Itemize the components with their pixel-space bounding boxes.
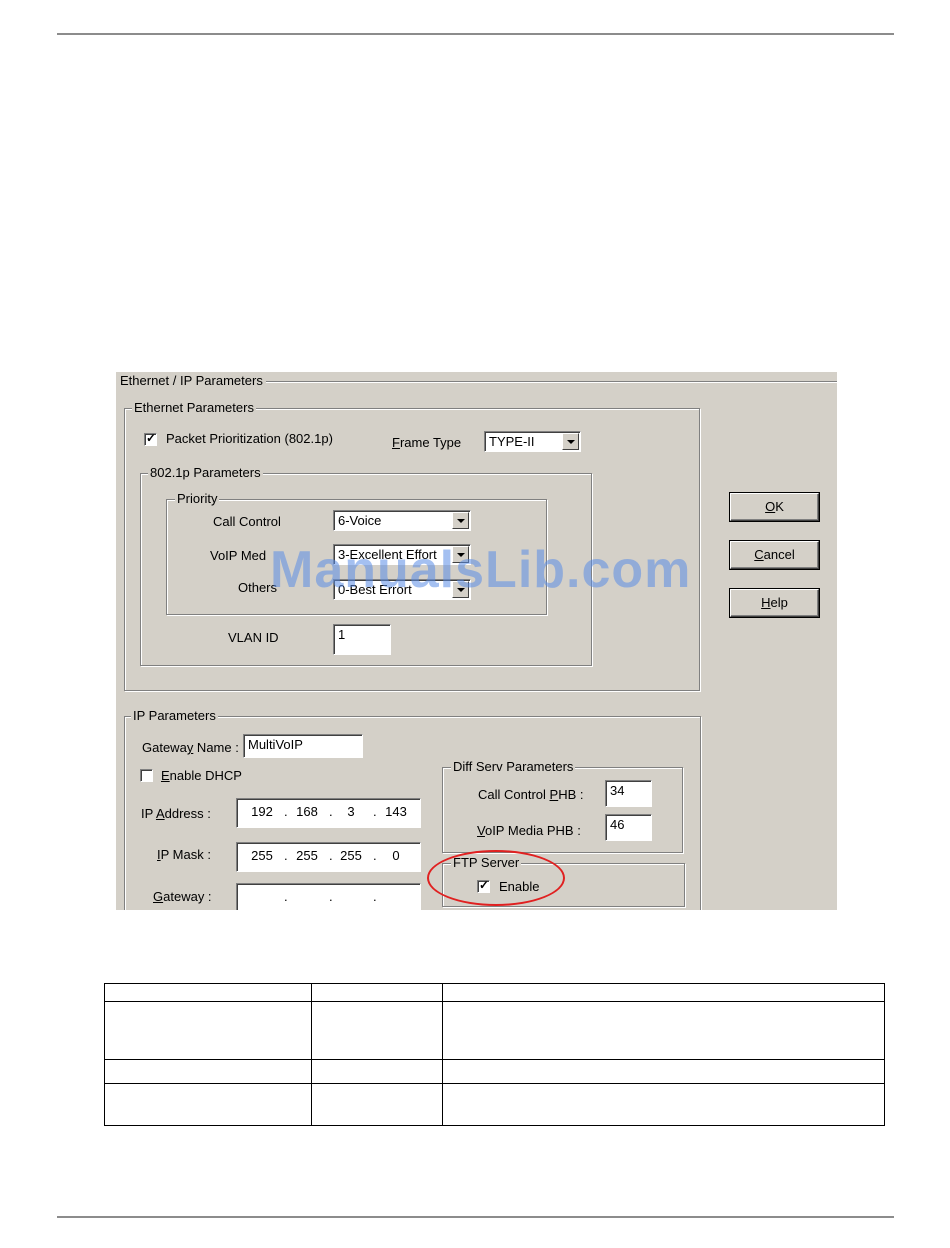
ip-mask-input[interactable]: 255 . 255 . 255 . 0	[236, 842, 421, 872]
ip-octet-1: 192	[251, 804, 273, 819]
table-cell	[442, 1059, 885, 1084]
title-divider	[266, 381, 837, 383]
diffserv-parameters-legend: Diff Serv Parameters	[451, 759, 576, 775]
ip-octet-3: 3	[347, 804, 355, 819]
header-rule	[57, 33, 894, 35]
mask-octet-3: 255	[340, 848, 362, 863]
octet-separator: .	[373, 804, 377, 819]
octet-separator: .	[329, 804, 333, 819]
ip-address-input[interactable]: 192 . 168 . 3 . 143	[236, 798, 421, 828]
ip-address-label: IP Address :	[141, 806, 211, 821]
ethernet-ip-dialog: Ethernet / IP Parameters Ethernet Parame…	[116, 372, 837, 910]
dropdown-arrow-icon[interactable]	[562, 433, 579, 450]
octet-separator: .	[373, 889, 377, 904]
table-cell	[311, 1001, 443, 1060]
frame-type-label: Frame Type	[392, 435, 462, 450]
table-row	[104, 1083, 885, 1126]
octet-separator: .	[329, 889, 333, 904]
frame-type-select[interactable]: TYPE-II	[484, 431, 581, 452]
call-control-label: Call Control	[213, 514, 281, 529]
voip-media-phb-input[interactable]: 46	[605, 814, 652, 841]
gateway-name-input[interactable]: MultiVoIP	[243, 734, 363, 758]
table-cell	[104, 1059, 312, 1084]
voip-media-phb-label: VoIP Media PHB :	[477, 823, 581, 838]
mask-octet-2: 255	[296, 848, 318, 863]
table-row	[104, 1059, 885, 1084]
call-control-select[interactable]: 6-Voice	[333, 510, 471, 531]
call-control-phb-label: Call Control PHB :	[478, 787, 584, 802]
diffserv-parameters-group: Diff Serv Parameters Call Control PHB : …	[442, 759, 683, 853]
packet-prioritization-label: Packet Prioritization (802.1p)	[166, 431, 333, 446]
ftp-highlight-circle	[427, 850, 565, 906]
table-cell	[442, 1001, 885, 1060]
watermark: ManualsLib.com	[270, 541, 692, 599]
table-cell	[104, 1001, 312, 1060]
octet-separator: .	[284, 848, 288, 863]
voip-media-label: VoIP Med	[210, 548, 267, 563]
dropdown-arrow-icon[interactable]	[452, 512, 469, 529]
table-cell	[311, 1059, 443, 1084]
octet-separator: .	[284, 889, 288, 904]
mask-octet-1: 255	[251, 848, 273, 863]
table-row	[104, 983, 885, 1002]
check-icon: ✓	[146, 431, 157, 445]
blank-table	[104, 983, 885, 1126]
vlan-id-label: VLAN ID	[228, 630, 279, 645]
table-cell	[311, 983, 443, 1002]
enable-dhcp-label: Enable DHCP	[161, 768, 242, 783]
enable-dhcp-checkbox[interactable]	[140, 769, 153, 782]
ip-parameters-legend: IP Parameters	[131, 708, 218, 724]
gateway-label: Gateway :	[153, 889, 212, 904]
ok-button[interactable]: OK	[730, 493, 819, 521]
gateway-name-label: Gateway Name :	[142, 740, 239, 755]
ip-mask-label: IP Mask :	[157, 847, 211, 862]
p8021-parameters-legend: 802.1p Parameters	[148, 465, 263, 481]
footer-rule	[57, 1216, 894, 1218]
gateway-input[interactable]: . . .	[236, 883, 421, 910]
table-cell	[442, 1083, 885, 1126]
table-cell	[311, 1083, 443, 1126]
table-cell	[104, 983, 312, 1002]
table-cell	[104, 1083, 312, 1126]
mask-octet-4: 0	[392, 848, 400, 863]
ip-octet-4: 143	[385, 804, 407, 819]
ip-octet-2: 168	[296, 804, 318, 819]
call-control-phb-input[interactable]: 34	[605, 780, 652, 807]
vlan-id-input[interactable]: 1	[333, 624, 391, 655]
octet-separator: .	[329, 848, 333, 863]
ip-parameters-group: IP Parameters Gateway Name : MultiVoIP E…	[124, 708, 701, 910]
table-cell	[442, 983, 885, 1002]
octet-separator: .	[284, 804, 288, 819]
octet-separator: .	[373, 848, 377, 863]
dialog-title: Ethernet / IP Parameters	[120, 373, 263, 388]
priority-legend: Priority	[175, 491, 220, 507]
packet-prioritization-checkbox[interactable]: ✓	[144, 431, 157, 446]
help-button[interactable]: Help	[730, 589, 819, 617]
cancel-button[interactable]: Cancel	[730, 541, 819, 569]
ethernet-parameters-legend: Ethernet Parameters	[132, 400, 256, 416]
table-row	[104, 1001, 885, 1060]
